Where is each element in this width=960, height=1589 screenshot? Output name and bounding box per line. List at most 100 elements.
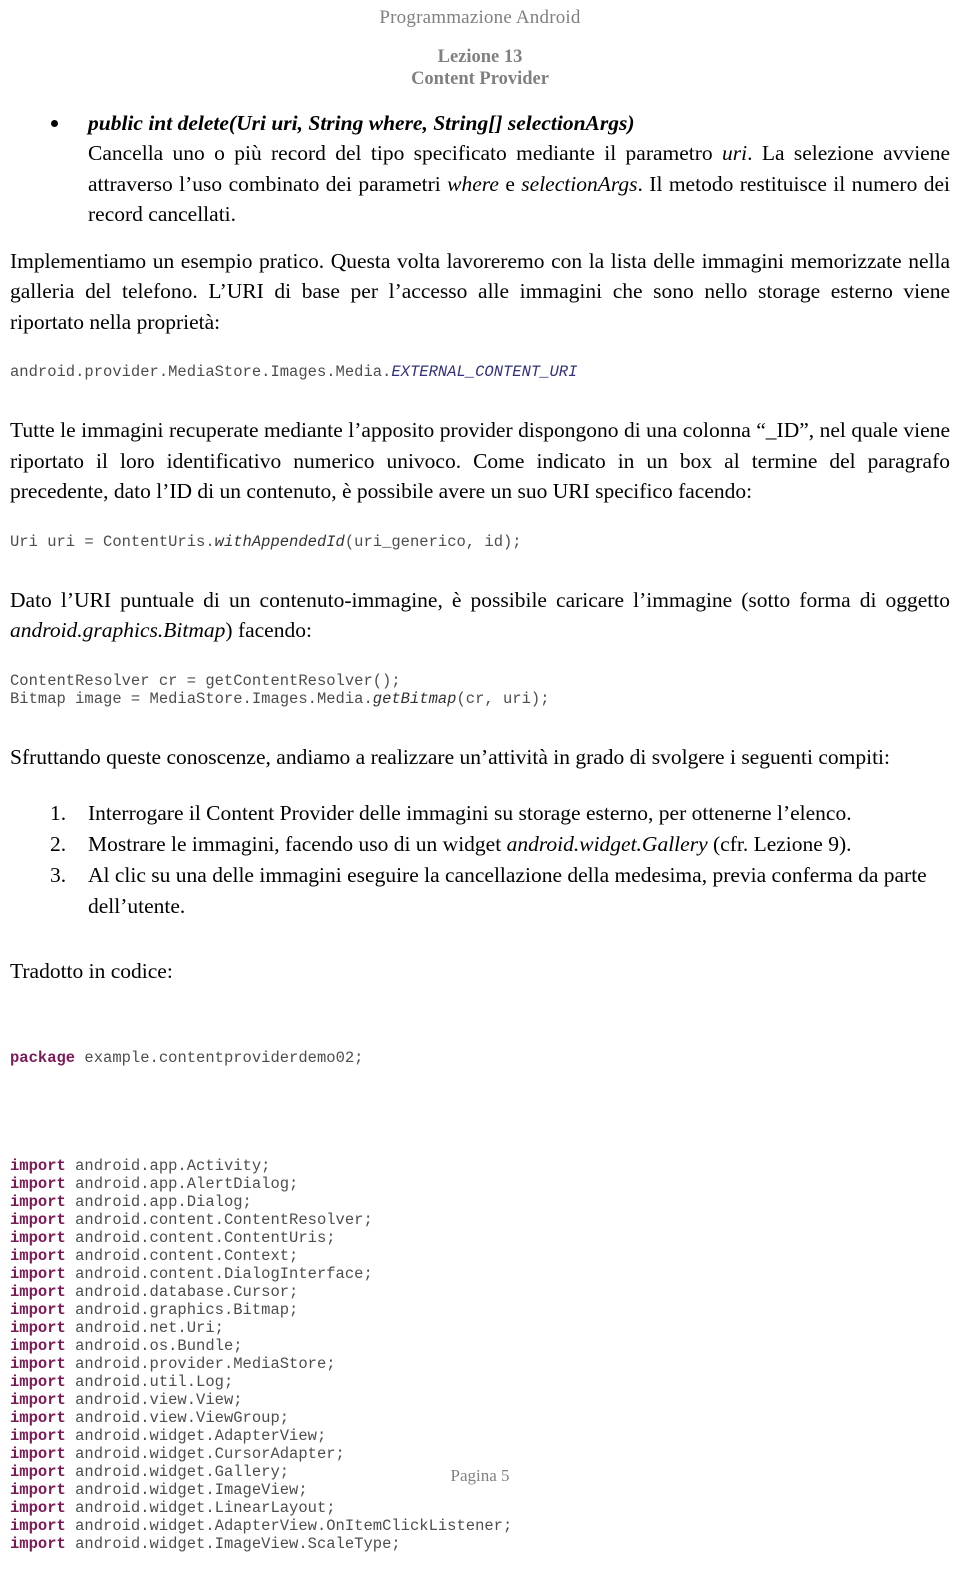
import-class-path: android.widget.CursorAdapter; [65, 1444, 345, 1463]
paragraph-tradotto: Tradotto in codice: [10, 959, 173, 983]
code-bitmap-line2-post: (cr, uri); [456, 689, 550, 708]
import-class-path: android.provider.MediaStore; [65, 1354, 336, 1373]
keyword-import: import [10, 1264, 66, 1283]
task-italic: android.widget.Gallery [506, 832, 708, 856]
import-class-path: android.net.Uri; [65, 1318, 224, 1337]
keyword-import: import [10, 1534, 66, 1553]
code-bitmap-method: getBitmap [372, 689, 457, 708]
code-line-import: import android.view.View; [10, 1391, 950, 1409]
code-line-import: import android.graphics.Bitmap; [10, 1301, 950, 1319]
header-lesson: Lezione 13 [437, 47, 523, 67]
task-text-b: (cfr. Lezione 9). [707, 832, 852, 856]
code-appendedid-method: withAppendedId [214, 532, 345, 551]
code-line-import: import android.util.Log; [10, 1373, 950, 1391]
param-uri: uri [722, 141, 748, 165]
code-appendedid-pre: Uri uri = ContentUris. [10, 532, 215, 551]
task-list: 1. Interrogare il Content Provider delle … [10, 798, 950, 922]
paragraph-implementiamo: Implementiamo un esempio pratico. Questa… [10, 248, 950, 334]
keyword-import: import [10, 1246, 66, 1265]
keyword-import: import [10, 1228, 66, 1247]
document-header: Programmazione Android Lezione 13 Conten… [10, 0, 950, 90]
paragraph-dato-uri: Dato l’URI puntuale di un contenuto-imma… [10, 585, 950, 646]
code-line-import: import android.widget.AdapterView.OnItem… [10, 1517, 950, 1535]
keyword-import: import [10, 1516, 66, 1535]
keyword-import: import [10, 1336, 66, 1355]
task-text-a: Interrogare il Content Provider delle im… [88, 801, 852, 825]
keyword-import: import [10, 1192, 66, 1211]
code-line-import: import android.content.Context; [10, 1247, 950, 1265]
import-class-path: android.content.Context; [65, 1246, 299, 1265]
code-line-import: import android.app.Activity; [10, 1157, 950, 1175]
import-class-path: android.widget.AdapterView.OnItemClickLi… [65, 1516, 513, 1535]
code-line-import: import android.widget.LinearLayout; [10, 1499, 950, 1517]
header-subject: Content Provider [411, 69, 549, 89]
code-line-import: import android.widget.AdapterView; [10, 1427, 950, 1445]
import-class-path: android.view.ViewGroup; [65, 1408, 290, 1427]
code-line-package: package example.contentproviderdemo02; [10, 1049, 950, 1067]
code-line-import: import android.app.AlertDialog; [10, 1175, 950, 1193]
code-line-import: import android.widget.CursorAdapter; [10, 1445, 950, 1463]
keyword-import: import [10, 1210, 66, 1229]
keyword-import: import [10, 1300, 66, 1319]
code-uri-plain: android.provider.MediaStore.Images.Media… [10, 363, 392, 381]
header-doc-title: Programmazione Android [379, 7, 581, 28]
import-class-path: android.widget.LinearLayout; [65, 1498, 336, 1517]
paragraph-sfruttando: Sfruttando queste conoscenze, andiamo a … [10, 744, 890, 769]
bitmap-class-name: android.graphics.Bitmap [10, 618, 226, 642]
desc-text-3: e [498, 171, 522, 196]
import-class-path: android.app.Activity; [65, 1156, 271, 1175]
import-class-path: android.content.DialogInterface; [65, 1264, 373, 1283]
keyword-import: import [10, 1372, 66, 1391]
code-line-import: import android.content.DialogInterface; [10, 1265, 950, 1283]
page-number-label: Pagina 5 [450, 1466, 510, 1485]
import-class-path: android.util.Log; [65, 1372, 234, 1391]
code-uri-constant-name: EXTERNAL_CONTENT_URI [391, 363, 578, 381]
code-line-import: import android.net.Uri; [10, 1319, 950, 1337]
keyword-import: import [10, 1408, 66, 1427]
keyword-import: import [10, 1318, 66, 1337]
code-line-import: import android.provider.MediaStore; [10, 1355, 950, 1373]
keyword-import: import [10, 1444, 66, 1463]
code-line-import: import android.app.Dialog; [10, 1193, 950, 1211]
import-class-path: android.content.ContentUris; [65, 1228, 336, 1247]
list-marker: 1. [50, 801, 67, 825]
p3-text-b: ) facendo: [225, 618, 312, 642]
list-item: 3. Al clic su una delle immagini eseguire… [10, 860, 950, 922]
task-text-a: Mostrare le immagini, facendo uso di un … [88, 832, 507, 856]
code-bitmap-line1: ContentResolver cr = getContentResolver(… [10, 671, 401, 690]
import-class-path: android.database.Cursor; [65, 1282, 299, 1301]
keyword-import: import [10, 1156, 66, 1175]
document-page: Programmazione Android Lezione 13 Conten… [0, 0, 960, 1553]
code-line-import: import android.database.Cursor; [10, 1283, 950, 1301]
code-uri-constant: android.provider.MediaStore.Images.Media… [10, 363, 950, 381]
code-line-import: import android.os.Bundle; [10, 1337, 950, 1355]
paragraph-tutte-immagini: Tutte le immagini recuperate mediante l’… [10, 418, 950, 503]
desc-text-1: Cancella uno o più record del tipo speci… [88, 141, 723, 165]
method-description: Cancella uno o più record del tipo speci… [88, 138, 950, 230]
list-item: 2. Mostrare le immagini, facendo uso di u… [10, 829, 950, 860]
keyword-package: package [10, 1048, 76, 1067]
code-appendedid-post: (uri_generico, id); [344, 532, 522, 551]
import-class-path: android.app.AlertDialog; [65, 1174, 299, 1193]
page-footer: Pagina 5 [0, 1466, 960, 1486]
code-line-import: import android.content.ContentUris; [10, 1229, 950, 1247]
list-item: 1. Interrogare il Content Provider delle … [10, 798, 950, 829]
method-signature: public int delete(Uri uri, String where,… [88, 111, 635, 135]
code-line-import: import android.content.ContentResolver; [10, 1211, 950, 1229]
param-where: where [447, 171, 499, 196]
bullet-point-icon [51, 120, 58, 127]
keyword-import: import [10, 1174, 66, 1193]
keyword-import: import [10, 1282, 66, 1301]
keyword-import: import [10, 1354, 66, 1373]
keyword-import: import [10, 1426, 66, 1445]
